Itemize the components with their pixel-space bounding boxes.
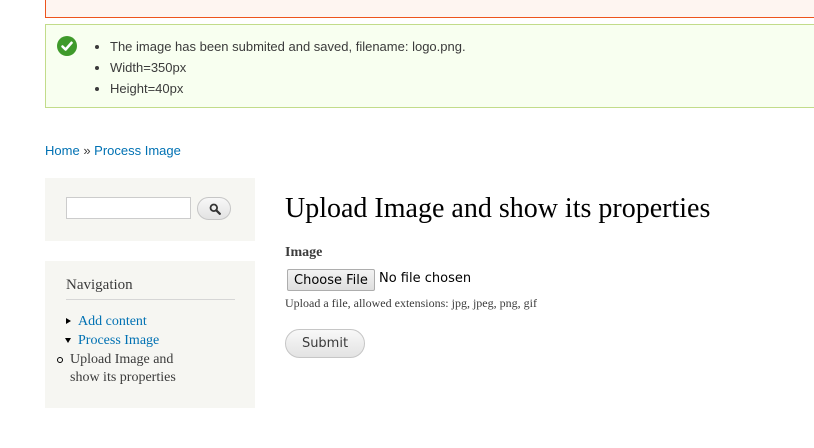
status-item: Height=40px: [110, 78, 466, 99]
check-circle-icon: [57, 36, 77, 56]
nav-item-process-image: Process Image: [65, 331, 159, 350]
status-list: The image has been submited and saved, f…: [93, 36, 466, 99]
breadcrumb-home-link[interactable]: Home: [45, 143, 80, 158]
nav-subitem-upload-image[interactable]: Upload Image and show its properties: [57, 351, 200, 387]
submit-button[interactable]: Submit: [285, 329, 365, 358]
status-message: The image has been submited and saved, f…: [45, 24, 814, 108]
nav-item-add-content: Add content: [66, 312, 159, 331]
nav-link-add-content[interactable]: Add content: [78, 314, 147, 329]
file-status-text: No file chosen: [379, 271, 472, 286]
nav-link-process-image[interactable]: Process Image: [78, 333, 159, 348]
breadcrumb-separator: »: [83, 143, 91, 158]
page-title: Upload Image and show its properties: [285, 193, 711, 224]
breadcrumb: Home » Process Image: [45, 143, 181, 158]
circle-bullet-icon: [57, 357, 63, 363]
file-description: Upload a file, allowed extensions: jpg, …: [285, 296, 537, 310]
search-button[interactable]: [197, 197, 231, 220]
search-icon: [209, 203, 221, 215]
collapsed-arrow-icon: [66, 318, 71, 324]
nav-subitem-label: Upload Image and show its properties: [70, 352, 176, 385]
breadcrumb-current-link[interactable]: Process Image: [94, 143, 181, 158]
status-item: The image has been submited and saved, f…: [110, 36, 466, 57]
image-field-label: Image: [285, 245, 323, 260]
navigation-block: Navigation Add content Process Image Upl…: [45, 261, 255, 408]
status-item: Width=350px: [110, 57, 466, 78]
navigation-menu: Add content Process Image: [65, 312, 159, 350]
navigation-title: Navigation: [66, 277, 235, 300]
search-block: [45, 178, 255, 241]
error-message-box: [45, 0, 814, 18]
choose-file-button[interactable]: Choose File: [287, 269, 375, 291]
search-input[interactable]: [66, 197, 191, 219]
expanded-arrow-icon: [65, 338, 71, 343]
